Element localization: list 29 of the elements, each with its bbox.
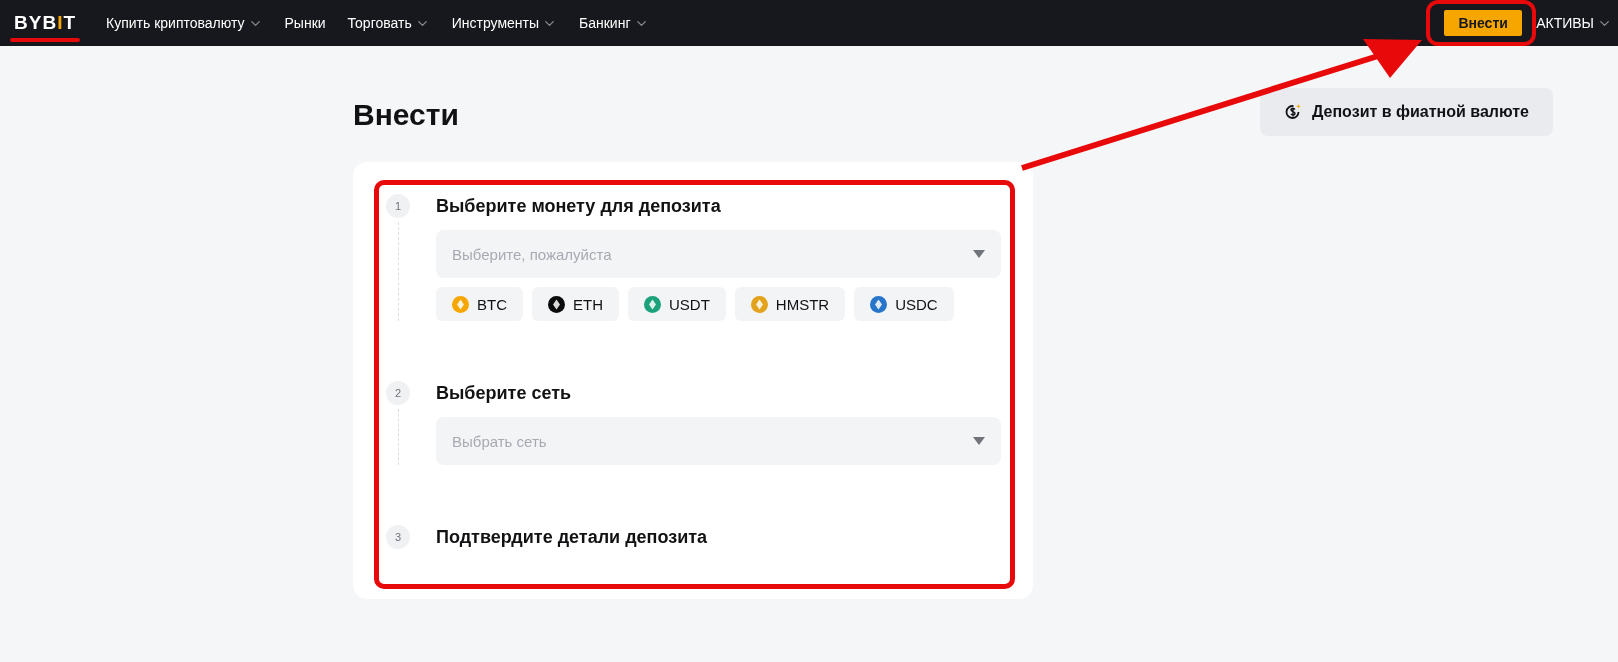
nav-link[interactable]: Рынки xyxy=(284,15,326,31)
caret-icon xyxy=(973,437,985,445)
deposit-button[interactable]: Внести xyxy=(1444,10,1523,36)
coin-chip[interactable]: ETH xyxy=(532,287,619,321)
coin-icon xyxy=(750,295,768,313)
coin-icon xyxy=(452,295,469,313)
coin-chip[interactable]: HMSTR xyxy=(734,287,846,321)
nav-link[interactable]: Инструменты xyxy=(451,15,557,31)
nav-link[interactable]: Банкинг xyxy=(579,15,649,31)
coin-icon xyxy=(644,295,661,313)
step-title: Подтвердите детали депозита xyxy=(436,526,709,549)
assets-link[interactable]: АКТИВЫ xyxy=(1536,15,1612,31)
fiat-deposit-button[interactable]: Депозит в фиатной валюте xyxy=(1259,88,1553,136)
step-number: 3 xyxy=(386,525,410,549)
step-number: 1 xyxy=(386,194,410,218)
nav-link[interactable]: Купить криптовалюту xyxy=(106,15,263,31)
logo[interactable]: BYBIT xyxy=(14,12,76,34)
page-title: Внести xyxy=(353,98,459,132)
nav-link[interactable]: Торговать xyxy=(347,15,430,31)
coin-chip[interactable]: BTC xyxy=(436,287,523,321)
step-title: Выберите сеть xyxy=(436,382,573,405)
coin-chip[interactable]: USDT xyxy=(628,287,726,321)
coin-icon xyxy=(870,295,888,313)
step-title: Выберите монету для депозита xyxy=(436,195,722,218)
dollar-coin-icon xyxy=(1283,103,1302,121)
coin-chip[interactable]: USDC xyxy=(854,287,954,321)
caret-icon xyxy=(973,250,985,258)
step-number: 2 xyxy=(386,381,410,405)
coin-icon xyxy=(548,295,565,313)
